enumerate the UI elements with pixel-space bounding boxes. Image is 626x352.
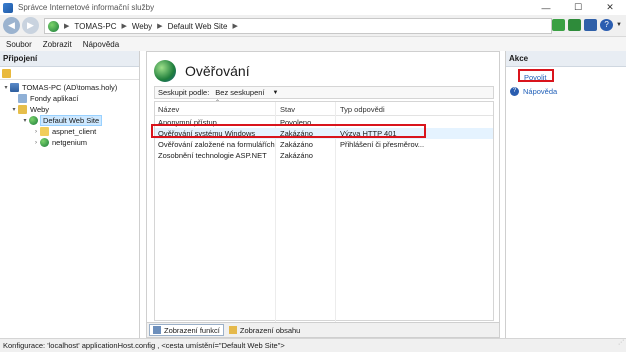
chevron-right-icon: ▶ — [121, 23, 127, 30]
expand-icon[interactable]: ▾ — [10, 106, 18, 113]
chevron-right-icon: ▶ — [157, 23, 163, 30]
sort-icon: ⌃ — [215, 100, 221, 106]
content-view-icon — [228, 326, 237, 334]
group-by-select[interactable]: Bez seskupení ▼ — [215, 88, 278, 97]
chevron-down-icon: ▼ — [272, 89, 279, 96]
tab-label: Zobrazení funkcí — [164, 325, 220, 335]
globe-icon — [40, 138, 49, 147]
row-state: Zakázáno — [280, 151, 313, 160]
tree-node-label: TOMAS-PC (AD\tomas.holy) — [22, 83, 118, 92]
tree-node-label: Default Web Site — [39, 115, 103, 126]
features-pane: Ověřování Seskupit podle: Bez seskupení … — [146, 51, 500, 338]
help-action[interactable]: ? Nápověda — [506, 84, 626, 98]
iis-app-icon — [3, 2, 13, 13]
window-title: Správce Internetové informační služby — [18, 3, 155, 12]
status-bar: Konfigurace: 'localhost' applicationHost… — [0, 338, 626, 352]
chevron-right-icon: ▶ — [232, 23, 238, 30]
breadcrumb-site[interactable]: Default Web Site — [168, 22, 228, 31]
connections-header: Připojení — [0, 51, 139, 67]
tree-node-default-web-site[interactable]: ▾ Default Web Site — [0, 115, 139, 126]
features-view-icon — [153, 326, 161, 334]
tree-node-label: Fondy aplikací — [30, 94, 79, 103]
annotation-highlight-enable — [518, 69, 554, 82]
menu-view[interactable]: Zobrazit — [43, 40, 72, 49]
breadcrumb[interactable]: ▶ TOMAS-PC ▶ Weby ▶ Default Web Site ▶ — [44, 18, 552, 34]
table-header: ⌃ Název Stav Typ odpovědi — [155, 100, 493, 116]
row-state: Zakázáno — [280, 140, 313, 149]
help-link[interactable]: Nápověda — [523, 87, 557, 96]
app-pool-icon — [18, 94, 27, 103]
sites-icon — [18, 105, 27, 114]
expand-icon[interactable]: ▾ — [2, 84, 10, 91]
title-bar: Správce Internetové informační služby — … — [0, 0, 626, 15]
column-header-state[interactable]: Stav — [280, 105, 295, 114]
tree-node-label: Weby — [30, 105, 50, 114]
forward-button[interactable]: ▶ — [22, 17, 39, 34]
tab-features-view[interactable]: Zobrazení funkcí — [149, 324, 224, 336]
page-title: Ověřování — [185, 63, 250, 79]
tree-node-sites[interactable]: ▾ Weby — [0, 104, 139, 115]
table-row[interactable]: Zosobnění technologie ASP.NET Zakázáno — [155, 150, 493, 161]
help-icon: ? — [510, 86, 519, 96]
tree-node-label: aspnet_client — [52, 127, 97, 136]
maximize-button[interactable]: ☐ — [562, 0, 594, 15]
view-tabs: Zobrazení funkcí Zobrazení obsahu — [147, 322, 499, 337]
menu-help[interactable]: Nápověda — [83, 40, 119, 49]
server-icon — [10, 83, 19, 92]
actions-header: Akce — [506, 51, 626, 67]
expand-icon[interactable]: › — [32, 140, 40, 146]
tree-node-aspnet-client[interactable]: › aspnet_client — [0, 126, 139, 137]
expand-icon[interactable]: ▾ — [21, 117, 29, 124]
row-type: Přihlášení či přesměrov... — [340, 140, 425, 149]
resize-grip-icon[interactable]: ⋰ — [618, 337, 624, 350]
column-header-response[interactable]: Typ odpovědi — [340, 105, 385, 114]
annotation-highlight-row — [151, 124, 426, 138]
connections-pane: Připojení ▾ TOMAS-PC (AD\tomas.holy) Fon… — [0, 51, 140, 338]
breadcrumb-server[interactable]: TOMAS-PC — [74, 22, 116, 31]
refresh-icon[interactable] — [552, 19, 566, 31]
tab-label: Zobrazení obsahu — [239, 325, 301, 335]
status-text: Konfigurace: 'localhost' applicationHost… — [3, 341, 285, 350]
tab-content-view[interactable]: Zobrazení obsahu — [226, 324, 303, 336]
menu-bar: Soubor Zobrazit Nápověda — [0, 37, 626, 51]
globe-icon — [48, 20, 59, 32]
table-row[interactable]: Ověřování založené na formulářích Zakázá… — [155, 139, 493, 150]
globe-icon — [29, 116, 38, 125]
expand-icon[interactable]: › — [32, 129, 40, 135]
address-bar: ◀ ▶ ▶ TOMAS-PC ▶ Weby ▶ Default Web Site ▶ … — [0, 15, 626, 37]
folder-icon — [40, 127, 49, 136]
row-name: Ověřování založené na formulářích — [158, 140, 275, 149]
minimize-button[interactable]: — — [530, 0, 562, 15]
authentication-globe-icon — [154, 60, 176, 82]
tree-node-netgenium[interactable]: › netgenium — [0, 137, 139, 148]
home-icon[interactable] — [584, 19, 598, 31]
tree-node-label: netgenium — [52, 138, 88, 147]
menu-file[interactable]: Soubor — [6, 40, 32, 49]
page-header: Ověřování — [154, 60, 250, 82]
close-button[interactable]: ✕ — [594, 0, 626, 15]
breadcrumb-sites[interactable]: Weby — [132, 22, 152, 31]
tree-node-app-pools[interactable]: Fondy aplikací — [0, 93, 139, 104]
group-by-bar: Seskupit podle: Bez seskupení ▼ — [154, 86, 494, 99]
column-header-name[interactable]: Název — [158, 105, 179, 114]
stop-icon[interactable] — [568, 19, 582, 31]
help-icon[interactable]: ? — [600, 19, 614, 31]
chevron-down-icon[interactable]: ▼ — [616, 19, 622, 31]
group-by-label: Seskupit podle: — [158, 88, 210, 97]
tree-node-server[interactable]: ▾ TOMAS-PC (AD\tomas.holy) — [0, 82, 139, 93]
row-name: Zosobnění technologie ASP.NET — [158, 151, 267, 160]
group-by-value: Bez seskupení — [215, 88, 265, 97]
chevron-right-icon: ▶ — [64, 23, 70, 30]
back-button[interactable]: ◀ — [3, 17, 20, 34]
actions-pane: Akce Povolit ? Nápověda — [505, 51, 626, 338]
new-connection-icon[interactable] — [2, 68, 11, 78]
connections-tree: ▾ TOMAS-PC (AD\tomas.holy) Fondy aplikac… — [0, 80, 139, 148]
connections-toolbar — [0, 67, 139, 80]
